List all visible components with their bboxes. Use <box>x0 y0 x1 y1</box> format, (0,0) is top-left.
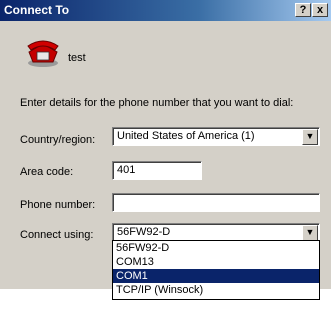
chevron-down-icon[interactable]: ▼ <box>302 225 318 241</box>
area-code-label: Area code: <box>20 166 74 178</box>
phone-icon <box>27 40 59 67</box>
close-button[interactable]: x <box>312 3 328 17</box>
country-value: United States of America (1) <box>117 130 255 142</box>
phone-number-label: Phone number: <box>20 199 96 211</box>
connect-using-label: Connect using: <box>20 229 94 241</box>
connect-using-dropdown[interactable]: 56FW92-D COM13 COM1 TCP/IP (Winsock) <box>112 240 320 300</box>
title-bar[interactable]: Connect To ? x <box>0 0 331 21</box>
connect-using-value: 56FW92-D <box>117 226 171 238</box>
area-code-field[interactable]: 401 <box>112 161 202 180</box>
connection-name: test <box>68 52 86 64</box>
dropdown-option[interactable]: 56FW92-D <box>113 241 319 255</box>
help-button[interactable]: ? <box>295 3 311 17</box>
country-label: Country/region: <box>20 134 96 146</box>
chevron-down-icon[interactable]: ▼ <box>302 129 318 145</box>
dropdown-option[interactable]: TCP/IP (Winsock) <box>113 283 319 297</box>
window-title: Connect To <box>4 3 70 17</box>
dropdown-option[interactable]: COM13 <box>113 255 319 269</box>
phone-number-field[interactable] <box>112 193 320 212</box>
instructions-text: Enter details for the phone number that … <box>20 97 294 109</box>
area-code-value: 401 <box>117 164 136 176</box>
country-select[interactable]: United States of America (1) <box>112 127 320 146</box>
dropdown-option-selected[interactable]: COM1 <box>113 269 319 283</box>
